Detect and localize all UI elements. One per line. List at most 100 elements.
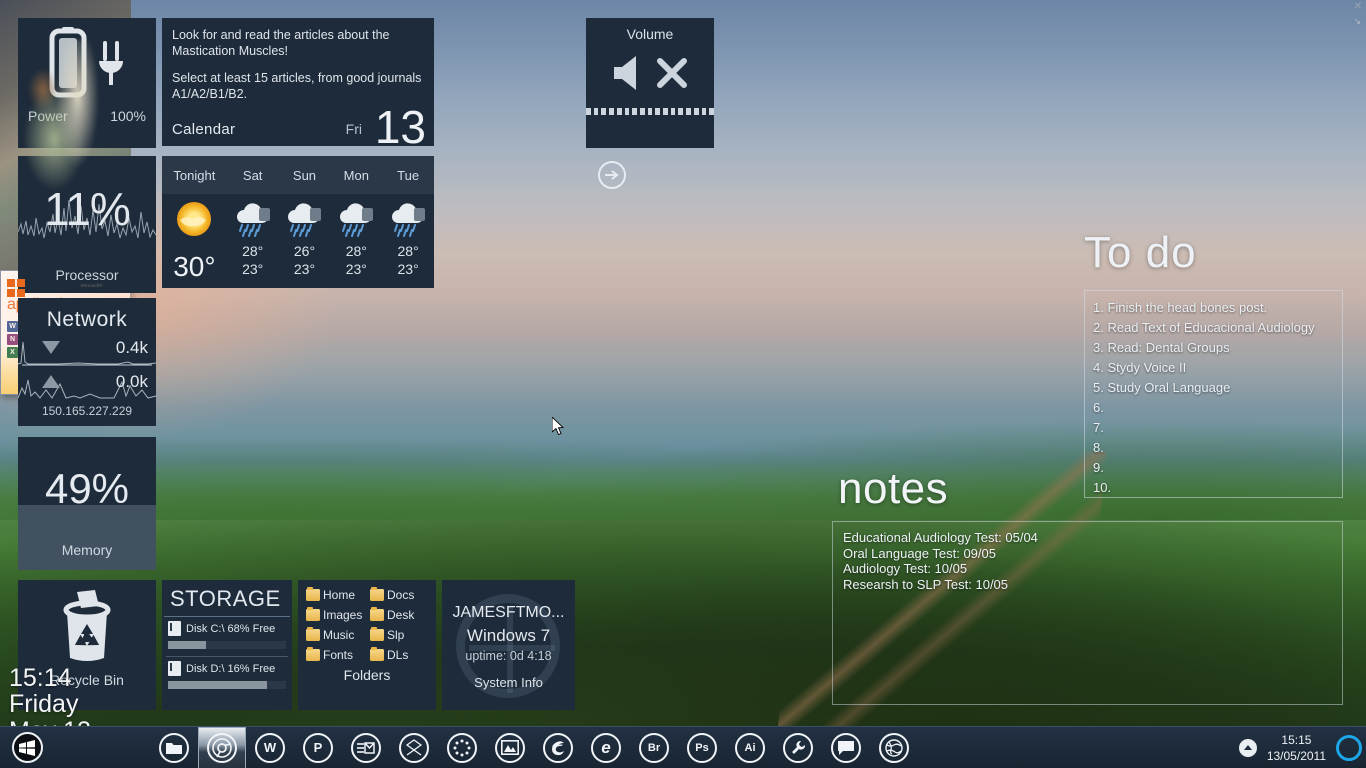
folder-icon [370, 627, 384, 641]
todo-item[interactable]: 4. Stydy Voice II [1093, 358, 1342, 378]
folder-slp[interactable]: Slp [370, 627, 430, 642]
calendar-weekday: Fri [345, 121, 362, 137]
folder-desk[interactable]: Desk [370, 607, 430, 622]
todo-item[interactable]: 9. [1093, 458, 1342, 478]
system-uptime: uptime: 0d 4:18 [465, 649, 552, 663]
windows-start-icon [11, 732, 43, 763]
action-center-icon[interactable] [1336, 734, 1362, 761]
taskbar-item-powerpoint[interactable]: P [294, 727, 342, 768]
arrow-up-icon [42, 375, 60, 388]
taskbar-item-photoshop[interactable]: Ps [678, 727, 726, 768]
volume-bar [686, 108, 691, 115]
todo-item[interactable]: 6. [1093, 398, 1342, 418]
folder-label: DLs [387, 648, 409, 662]
todo-item[interactable]: 8. [1093, 438, 1342, 458]
taskbar-clock[interactable]: 15:15 13/05/2011 [1267, 732, 1326, 764]
system-hostname: JAMESFTMO... [452, 604, 565, 621]
folder-label: Desk [387, 608, 415, 622]
excel-icon: X [7, 347, 18, 358]
notes-line: Educational Audiology Test: 05/04 [843, 530, 1038, 545]
taskbar-item-photos[interactable] [486, 727, 534, 768]
todo-item[interactable]: 1. Finish the head bones post. [1093, 298, 1342, 318]
start-button[interactable] [0, 732, 54, 763]
todo-item[interactable]: 2. Read Text of Educacional Audiology [1093, 318, 1342, 338]
storage-title: STORAGE [170, 586, 281, 611]
volume-level-bars[interactable] [586, 108, 714, 115]
taskbar-item-word[interactable]: W [246, 727, 294, 768]
volume-bar [647, 108, 653, 115]
todo-item[interactable]: 5. Study Oral Language [1093, 378, 1342, 398]
folders-widget[interactable]: Home Docs Images Desk Music Slp Fonts DL… [298, 580, 436, 710]
folder-home[interactable]: Home [306, 587, 366, 602]
weather-day-1: Sat [242, 167, 263, 183]
storage-disk-d[interactable]: Disk D:\ 16% Free [162, 657, 292, 689]
taskbar-item-explorer[interactable] [150, 727, 198, 768]
word-icon: W [255, 732, 285, 763]
todo-item[interactable]: 3. Read: Dental Groups [1093, 338, 1342, 358]
todo-item[interactable]: 7. [1093, 418, 1342, 438]
taskbar-item-tools[interactable] [774, 727, 822, 768]
network-widget[interactable]: Network 0.4k 0.0k 150.165.227.229 [18, 298, 156, 426]
network-upload-value: 0.0k [115, 372, 148, 391]
resize-icon[interactable]: ↘ [1353, 16, 1361, 27]
speaker-muted-icon [614, 56, 636, 90]
picture-icon [495, 732, 525, 763]
system-tray[interactable]: 15:15 13/05/2011 [1238, 732, 1366, 764]
taskbar-item-loading[interactable] [438, 727, 486, 768]
taskbar-item-outlook[interactable] [342, 727, 390, 768]
system-info-widget[interactable]: JAMESFTMO... Windows 7 uptime: 0d 4:18 S… [442, 580, 575, 710]
rain-cloud-icon [288, 203, 322, 237]
show-hidden-icons-icon[interactable] [1238, 738, 1257, 757]
calendar-day-number: 13 [374, 101, 426, 153]
calendar-widget[interactable]: Look for and read the articles about the… [162, 18, 434, 150]
taskbar-item-globe[interactable] [870, 727, 918, 768]
memory-widget[interactable]: 49% Memory [18, 437, 156, 570]
weather-sat-low: 23° [242, 260, 264, 277]
notes-line: Oral Language Test: 09/05 [843, 545, 996, 561]
bridge-icon: Br [639, 732, 669, 763]
internet-explorer-icon: e [591, 732, 621, 763]
next-track-button[interactable] [598, 161, 626, 189]
taskbar-item-messenger[interactable] [822, 727, 870, 768]
disk-icon [168, 621, 181, 636]
photo-clock-widget[interactable]: 15:14 Friday May 13 [0, 0, 131, 744]
folder-label: Fonts [323, 648, 354, 662]
taskbar-item-dropbox[interactable] [390, 727, 438, 768]
weather-mon-high: 28° [345, 243, 367, 259]
storage-widget[interactable]: STORAGE Disk C:\ 68% Free Disk D:\ 16% F… [162, 580, 292, 710]
taskbar-item-bridge[interactable]: Br [630, 727, 678, 768]
volume-widget[interactable]: Volume [586, 18, 714, 148]
storage-disk-d-track [168, 681, 286, 689]
weather-col-tonight: 30° [162, 198, 227, 288]
folder-images[interactable]: Images [306, 607, 366, 622]
folder-fonts[interactable]: Fonts [306, 647, 366, 662]
todo-item[interactable]: 10. [1093, 478, 1342, 498]
storage-disk-c[interactable]: Disk C:\ 68% Free [162, 617, 292, 649]
taskbar-item-internet-explorer[interactable]: e [582, 727, 630, 768]
folders-caption: Folders [343, 667, 391, 683]
notes-widget[interactable]: Educational Audiology Test: 05/04 Oral L… [832, 521, 1343, 705]
weather-widget[interactable]: Tonight Sat Sun Mon Tue 30° 28° 23° 26° … [162, 156, 434, 288]
close-icon[interactable]: ✕ [1354, 2, 1362, 12]
volume-bar [709, 108, 714, 115]
folder-downloads[interactable]: DLs [370, 647, 430, 662]
folder-music[interactable]: Music [306, 627, 366, 642]
chat-icon [831, 732, 861, 763]
volume-bar [624, 108, 630, 115]
photoshop-icon: Ps [687, 732, 717, 763]
folder-docs[interactable]: Docs [370, 587, 430, 602]
taskbar[interactable]: W P e Br Ps Ai 15:15 13/05/2011 [0, 726, 1366, 768]
network-title: Network [46, 308, 128, 331]
folder-icon [370, 587, 384, 601]
taskbar-item-illustrator[interactable]: Ai [726, 727, 774, 768]
word-icon: W [7, 321, 18, 332]
storage-disk-c-track [168, 641, 286, 649]
taskbar-item-firefox[interactable] [534, 727, 582, 768]
rain-cloud-icon [340, 203, 374, 237]
taskbar-item-chrome[interactable] [198, 726, 246, 768]
volume-bar [593, 108, 599, 115]
taskbar-clock-time: 15:15 [1281, 732, 1312, 747]
powerpoint-icon: P [303, 732, 333, 763]
weather-sun-low: 23° [293, 260, 316, 277]
todo-widget[interactable]: 1. Finish the head bones post. 2. Read T… [1084, 290, 1343, 498]
